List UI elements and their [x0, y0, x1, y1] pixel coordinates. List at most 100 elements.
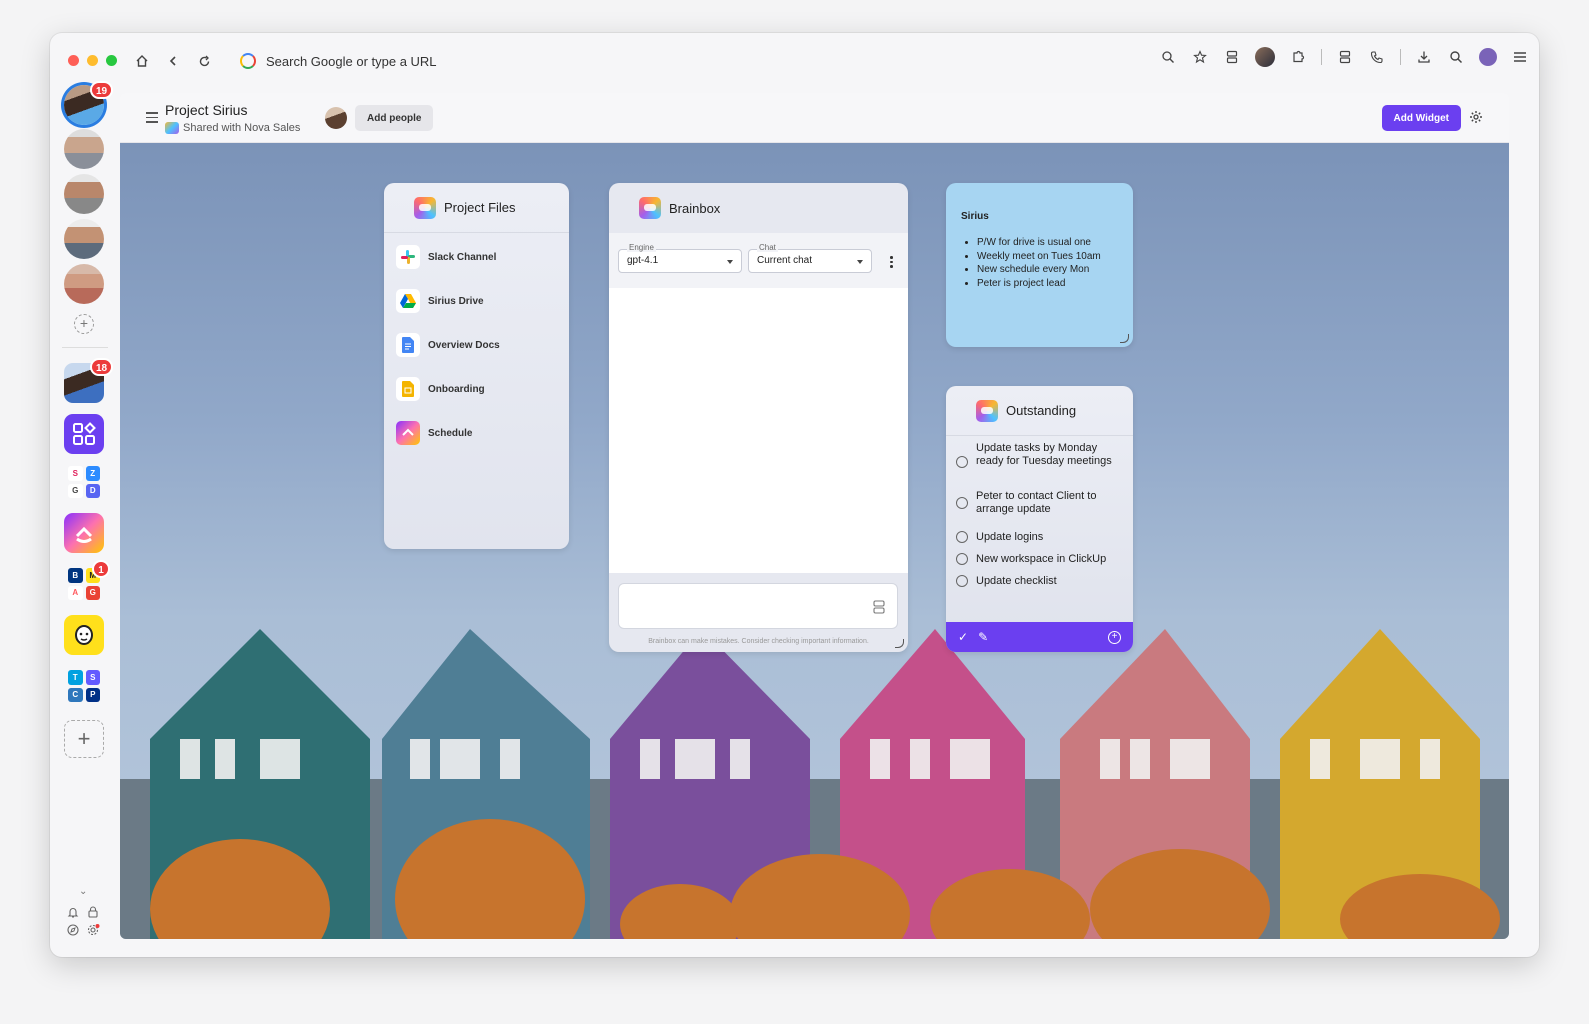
spaces-sidebar: 19 + 18 S Z G D B M A G 1 T S C P + ⌄: [50, 81, 120, 957]
search-icon[interactable]: [1447, 48, 1465, 66]
maximize-window-button[interactable]: [106, 55, 117, 66]
chevron-down-icon[interactable]: ⌄: [79, 886, 87, 897]
notification-badge: 19: [90, 81, 114, 99]
file-link-onboarding[interactable]: Onboarding: [384, 367, 569, 411]
add-app-button[interactable]: +: [64, 720, 104, 758]
gmail-icon: G: [85, 585, 100, 600]
add-widget-button[interactable]: Add Widget: [1381, 105, 1461, 131]
file-link-schedule[interactable]: Schedule: [384, 411, 569, 455]
space-avatar[interactable]: [64, 219, 104, 259]
browser-toolbar: Search Google or type a URL: [50, 33, 1539, 89]
chatgpt-icon: G: [68, 483, 83, 498]
account-icon[interactable]: [1479, 48, 1497, 66]
zoom-icon[interactable]: [1159, 48, 1177, 66]
widget-header: Project Files: [384, 183, 569, 233]
files-list: Slack Channel Sirius Drive Overview Docs…: [384, 233, 569, 455]
chat-messages-area: [609, 288, 908, 573]
task-checkbox[interactable]: [956, 531, 968, 543]
task-list: Update tasks by Monday ready for Tuesday…: [946, 436, 1133, 592]
hamburger-menu-icon[interactable]: [146, 112, 158, 126]
clickup-app-icon[interactable]: [64, 513, 104, 553]
app-group-communication[interactable]: S Z G D: [65, 463, 103, 501]
file-link-overview-docs[interactable]: Overview Docs: [384, 323, 569, 367]
sidebar-divider: [62, 347, 108, 348]
chat-input[interactable]: [618, 583, 898, 629]
engine-label: Engine: [627, 243, 656, 252]
settings-icon[interactable]: [86, 923, 100, 937]
more-options-icon[interactable]: [890, 256, 894, 270]
task-item[interactable]: Peter to contact Client to arrange updat…: [946, 490, 1133, 526]
close-window-button[interactable]: [68, 55, 79, 66]
share-subtitle: Shared with Nova Sales: [183, 122, 301, 134]
space-avatar[interactable]: [64, 174, 104, 214]
google-drive-icon: [396, 289, 420, 313]
engine-value: gpt-4.1: [627, 255, 659, 266]
clear-brush-icon[interactable]: ✎: [978, 630, 988, 644]
storage-icon[interactable]: [1336, 48, 1354, 66]
clickup-icon: [396, 421, 420, 445]
minimize-window-button[interactable]: [87, 55, 98, 66]
bookmark-star-icon[interactable]: [1191, 48, 1209, 66]
chat-select[interactable]: Chat Current chat: [748, 243, 872, 273]
widget-header: Outstanding: [946, 386, 1133, 436]
app-group-business[interactable]: T S C P: [65, 667, 103, 705]
google-slides-icon: [396, 377, 420, 401]
sticky-note-widget[interactable]: Sirius P/W for drive is usual one Weekly…: [946, 183, 1133, 347]
add-space-icon[interactable]: +: [74, 314, 94, 334]
bell-icon[interactable]: [66, 905, 80, 919]
widget-title: Brainbox: [669, 200, 721, 216]
resize-handle[interactable]: [895, 639, 904, 648]
engine-select[interactable]: Engine gpt-4.1: [618, 243, 742, 273]
booking-icon: B: [68, 568, 83, 583]
note-item: Weekly meet on Tues 10am: [977, 250, 1118, 264]
file-link-slack-channel[interactable]: Slack Channel: [384, 235, 569, 279]
file-link-label: Sirius Drive: [428, 295, 484, 307]
gear-icon[interactable]: [1469, 110, 1485, 126]
check-all-icon[interactable]: ✓: [958, 630, 968, 644]
storage-icon[interactable]: [873, 600, 885, 614]
file-link-sirius-drive[interactable]: Sirius Drive: [384, 279, 569, 323]
add-task-icon[interactable]: +: [1108, 630, 1121, 644]
paypal-icon: P: [85, 687, 100, 702]
widgets-app-icon[interactable]: [64, 414, 104, 454]
task-checkbox[interactable]: [956, 575, 968, 587]
back-icon[interactable]: [162, 50, 184, 72]
space-avatar[interactable]: [64, 129, 104, 169]
menu-icon[interactable]: [1511, 48, 1529, 66]
tab-search-icon[interactable]: [1223, 48, 1241, 66]
home-icon[interactable]: [131, 50, 153, 72]
page-title: Project Sirius: [165, 102, 248, 118]
task-item[interactable]: Update checklist: [946, 570, 1133, 592]
task-checkbox[interactable]: [956, 553, 968, 565]
slack-icon: [396, 245, 420, 269]
task-checkbox[interactable]: [956, 456, 968, 468]
task-label: Update tasks by Monday ready for Tuesday…: [976, 442, 1112, 467]
download-icon[interactable]: [1415, 48, 1433, 66]
extensions-icon[interactable]: [1289, 48, 1307, 66]
member-avatar[interactable]: [325, 107, 347, 129]
airbnb-icon: A: [68, 585, 83, 600]
notification-badge: 18: [90, 358, 114, 376]
task-item[interactable]: New workspace in ClickUp: [946, 548, 1133, 570]
resize-handle[interactable]: [1120, 334, 1129, 343]
profile-avatar-icon[interactable]: [1255, 47, 1275, 67]
space-avatar[interactable]: [64, 264, 104, 304]
lock-icon[interactable]: [86, 905, 100, 919]
toolbar-icons: [1159, 47, 1529, 67]
phone-icon[interactable]: [1368, 48, 1386, 66]
file-link-label: Slack Channel: [428, 251, 497, 263]
project-files-widget: Project Files Slack Channel Sirius Drive…: [384, 183, 569, 549]
workspace-header: Project Sirius Shared with Nova Sales Ad…: [120, 93, 1509, 143]
task-item[interactable]: Update tasks by Monday ready for Tuesday…: [946, 442, 1133, 490]
address-bar[interactable]: Search Google or type a URL: [232, 47, 1282, 75]
slack-icon: S: [68, 466, 83, 481]
task-checkbox[interactable]: [956, 497, 968, 509]
mailchimp-app-icon[interactable]: [64, 615, 104, 655]
note-item: Peter is project lead: [977, 277, 1118, 291]
traffic-lights: [68, 55, 117, 66]
widget-header: Brainbox: [609, 183, 908, 233]
reload-icon[interactable]: [193, 50, 215, 72]
task-item[interactable]: Update logins: [946, 526, 1133, 548]
compass-icon[interactable]: [66, 923, 80, 937]
add-people-button[interactable]: Add people: [355, 105, 434, 131]
